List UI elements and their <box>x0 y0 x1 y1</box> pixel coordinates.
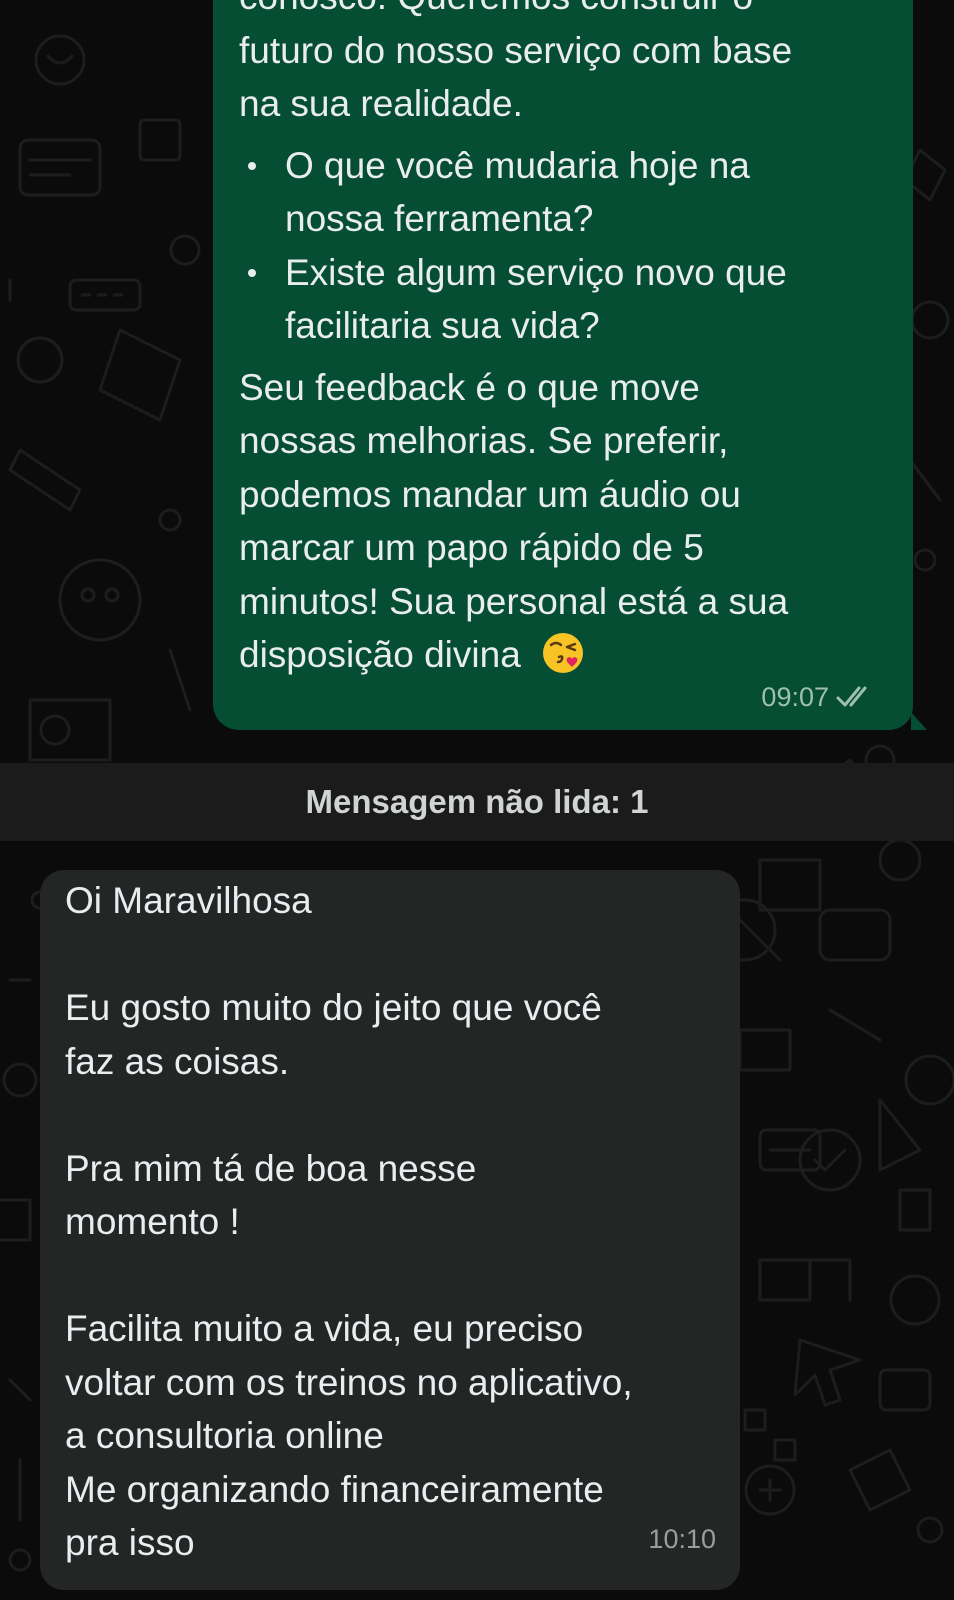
text-line: Existe algum serviço novo que <box>285 251 787 293</box>
text-line: nossa ferramenta? <box>285 198 594 239</box>
kissing-face-with-heart-icon <box>543 633 584 673</box>
text-line: momento ! <box>65 1201 240 1242</box>
text-line: disposição divina <box>239 628 883 682</box>
text-line: minutos! Sua personal está a sua <box>239 580 789 622</box>
message-meta: 10:10 <box>648 1524 716 1554</box>
unread-messages-divider: Mensagem não lida: 1 <box>0 763 954 841</box>
text-line: Eu gosto muito do jeito que você <box>65 987 602 1028</box>
text-line: conosco. Queremos construir o <box>239 0 883 24</box>
text-line: facilitaria sua vida? <box>285 305 600 346</box>
unread-label: Mensagem não lida: 1 <box>305 783 649 820</box>
message-time: 09:07 <box>761 682 829 712</box>
text-line: nossas melhorias. Se preferir, <box>239 420 729 461</box>
greeting-text: Oi Maravilhosa <box>65 880 312 921</box>
text-line: Seu feedback é o que move <box>239 366 700 408</box>
question-list: O que você mudaria hoje na nossa ferrame… <box>239 139 883 353</box>
message-time: 10:10 <box>648 1524 716 1554</box>
list-item: O que você mudaria hoje na nossa ferrame… <box>239 139 883 246</box>
text-line: podemos mandar um áudio ou <box>239 473 741 515</box>
outgoing-paragraph-1: conosco. Queremos construir o futuro do … <box>239 0 883 131</box>
text-line: a consultoria online <box>65 1415 384 1456</box>
text-line: futuro do nosso serviço com base <box>239 29 793 71</box>
text-line: na sua realidade. <box>239 83 523 124</box>
text-line: Pra mim tá de boa nesse <box>65 1147 477 1189</box>
outgoing-message-bubble[interactable]: conosco. Queremos construir o futuro do … <box>213 0 927 730</box>
message-meta: 09:07 <box>761 682 875 712</box>
bullet-icon <box>248 268 256 277</box>
list-item: Existe algum serviço novo que facilitari… <box>239 246 883 353</box>
double-check-icon <box>836 686 867 707</box>
last-line-text: disposição divina <box>239 634 521 675</box>
text-line: marcar um papo rápido de 5 <box>239 527 704 568</box>
bubble-tail <box>911 712 927 730</box>
incoming-message-bubble[interactable]: Oi Maravilhosa Eu gosto muito do jeito q… <box>40 870 740 1590</box>
text-line: O que você mudaria hoje na <box>285 144 750 186</box>
text-line: pra isso <box>65 1522 195 1563</box>
bullet-icon <box>248 161 256 170</box>
outgoing-paragraph-2: Seu feedback é o que move nossas melhori… <box>239 361 883 682</box>
text-line: Me organizando financeiramente <box>65 1468 604 1510</box>
text-line: faz as coisas. <box>65 1040 290 1082</box>
text-line: voltar com os treinos no aplicativo, <box>65 1361 633 1403</box>
text-line: Facilita muito a vida, eu preciso <box>65 1308 584 1349</box>
